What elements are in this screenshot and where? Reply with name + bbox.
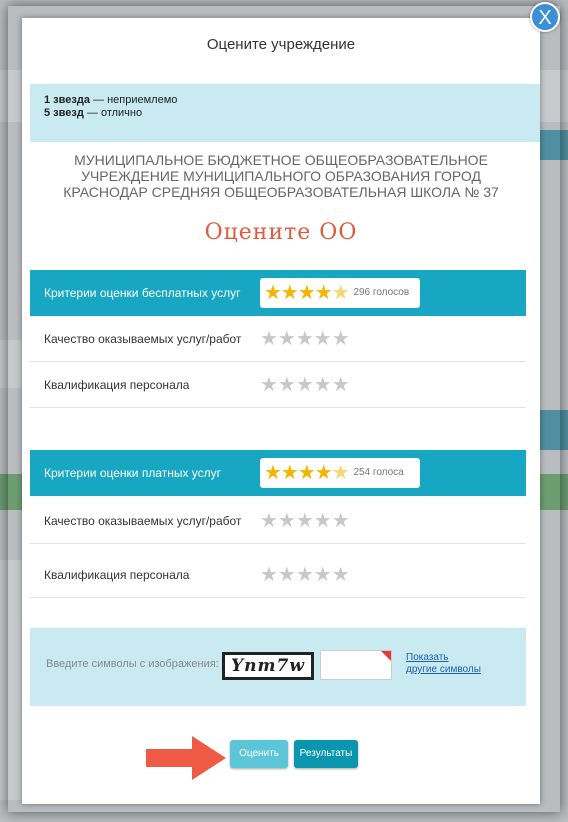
refresh-captcha-link-line1: Показать <box>406 652 449 663</box>
free-criterion-row: Качество оказываемых услуг/работ ★★★★★ <box>30 316 526 362</box>
paid-services-star-rating: ★★★★★ <box>264 462 350 484</box>
rate-heading: Оцените ОО <box>204 220 358 245</box>
rate-button[interactable]: Оценить <box>230 740 288 768</box>
paid-services-vote-box: ★★★★★ 254 голоса <box>260 458 420 488</box>
captcha-label: Введите символы с изображения: <box>46 658 219 670</box>
pointer-arrow-icon <box>146 736 226 780</box>
refresh-captcha-link-line2: другие символы <box>406 664 481 675</box>
paid-services-vote-count: 254 голоса <box>353 467 404 478</box>
free-quality-star-input[interactable]: ★★★★★ <box>260 316 350 362</box>
free-criterion-label: Квалификация персонала <box>44 378 190 392</box>
free-services-vote-count: 296 голосов <box>353 287 410 298</box>
paid-criterion-row: Качество оказываемых услуг/работ ★★★★★ <box>30 498 526 544</box>
rating-modal: Оцените учреждение 1 звезда — неприемлем… <box>22 18 540 804</box>
captcha-image: Ynm7w <box>222 652 314 680</box>
paid-criterion-row: Квалификация персонала ★★★★★ <box>30 552 526 598</box>
modal-title: Оцените учреждение <box>206 36 356 53</box>
free-staff-star-input[interactable]: ★★★★★ <box>260 362 350 408</box>
legend-line-2: 5 звезд — отлично <box>44 107 143 119</box>
refresh-captcha-link[interactable]: Показать другие символы <box>406 652 481 676</box>
close-button[interactable]: X <box>530 2 560 32</box>
paid-criterion-label: Квалификация персонала <box>44 568 190 582</box>
required-flag-icon <box>381 651 391 661</box>
organization-name: МУНИЦИПАЛЬНОЕ БЮДЖЕТНОЕ ОБЩЕОБРАЗОВАТЕЛЬ… <box>63 152 499 200</box>
results-button[interactable]: Результаты <box>294 740 358 768</box>
free-services-vote-box: ★★★★★ 296 голосов <box>260 278 420 308</box>
paid-criterion-label: Качество оказываемых услуг/работ <box>44 514 242 528</box>
rating-legend: 1 звезда — неприемлемо 5 звезд — отлично <box>30 84 540 142</box>
paid-staff-star-input[interactable]: ★★★★★ <box>260 552 350 598</box>
captcha-input[interactable] <box>320 650 392 680</box>
free-services-header-label: Критерии оценки бесплатных услуг <box>44 286 241 300</box>
free-criterion-row: Квалификация персонала ★★★★★ <box>30 362 526 408</box>
free-services-header: Критерии оценки бесплатных услуг ★★★★★ 2… <box>30 270 526 316</box>
free-criterion-label: Качество оказываемых услуг/работ <box>44 332 242 346</box>
paid-services-header: Критерии оценки платных услуг ★★★★★ 254 … <box>30 450 526 496</box>
captcha-panel: Введите символы с изображения: Ynm7w Пок… <box>30 628 526 706</box>
free-services-star-rating: ★★★★★ <box>264 282 350 304</box>
legend-line-1: 1 звезда — неприемлемо <box>44 94 178 106</box>
paid-services-header-label: Критерии оценки платных услуг <box>44 466 222 480</box>
paid-quality-star-input[interactable]: ★★★★★ <box>260 498 350 544</box>
